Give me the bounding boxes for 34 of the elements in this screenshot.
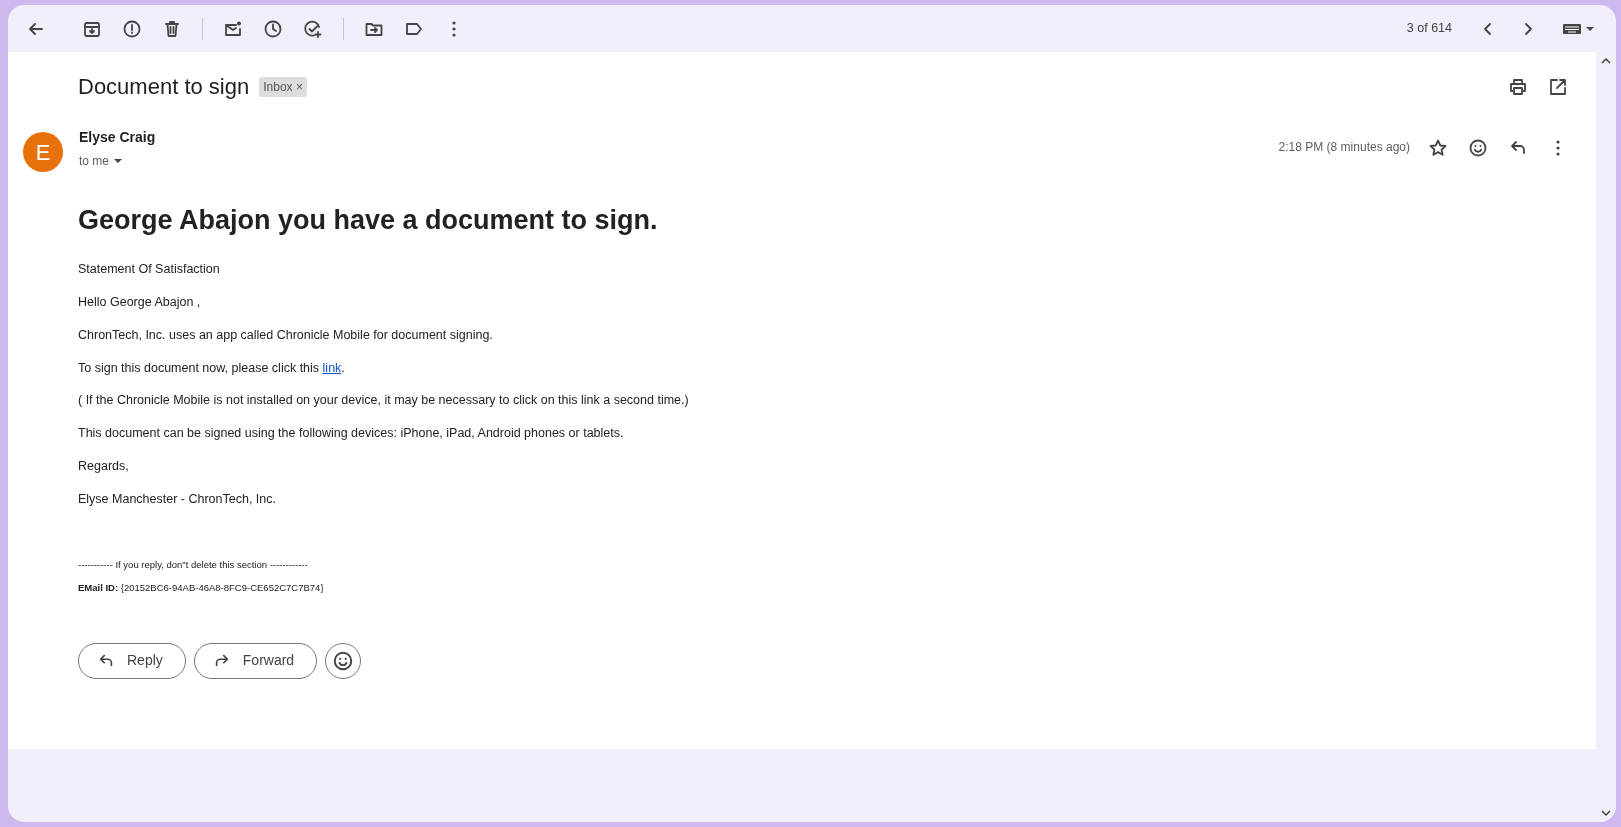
recipient-text: to me [79, 153, 109, 170]
forward-button[interactable]: Forward [193, 642, 318, 679]
email-heading: George Abajon you have a document to sign. [78, 204, 659, 237]
add-task-icon [303, 18, 323, 39]
print-icon [1508, 77, 1528, 97]
body-paragraph: To sign this document now, please click this link. [78, 359, 346, 377]
scroll-down-icon[interactable] [1601, 808, 1611, 818]
more-icon [452, 20, 456, 37]
emoji-icon [1468, 138, 1488, 158]
reaction-button[interactable] [325, 642, 362, 679]
delete-icon [162, 18, 182, 39]
body-paragraph: This document can be signed using the following devices: iPhone, iPad, Android phones or tablets. [78, 425, 625, 443]
body-paragraph: Hello George Abajon , [78, 294, 202, 312]
body-paragraph: Regards, [78, 457, 130, 475]
body-paragraph: Elyse Manchester - ChronTech, Inc. [78, 490, 277, 508]
snooze-clock-icon [263, 18, 283, 39]
body-paragraph: ChronTech, Inc. uses an app called Chronicle Mobile for document signing. [78, 326, 494, 344]
body-paragraph: ( If the Chronicle Mobile is not installed on your device, it may be necessary to click on this link a second time.) [78, 392, 690, 410]
email-id-text: EMail ID: {20152BC6-94AB-46A8-8FC9-CE652C7C7B74} [78, 580, 325, 595]
more-icon [1556, 140, 1560, 156]
reply-button[interactable]: Reply [78, 642, 186, 679]
inbox-label: Inbox × [259, 77, 307, 97]
sender-name: Elyse Craig [79, 128, 156, 147]
message-time: 2:18 PM (8 minutes ago) [1278, 139, 1410, 156]
caret-icon[interactable] [113, 156, 123, 166]
open-in-new-window-icon [1548, 77, 1568, 97]
message-counter: 3 of 614 [1406, 20, 1452, 38]
emoji-icon [332, 649, 355, 672]
scroll-up-icon[interactable] [1601, 56, 1611, 66]
sender-avatar: E [23, 132, 63, 172]
body-paragraph: Statement Of Satisfaction [78, 261, 221, 279]
separator-note: ----------- If you reply, don"t delete this section ------------ [78, 558, 309, 573]
email-subject: Document to sign [78, 73, 250, 101]
report-spam-icon [122, 18, 142, 39]
